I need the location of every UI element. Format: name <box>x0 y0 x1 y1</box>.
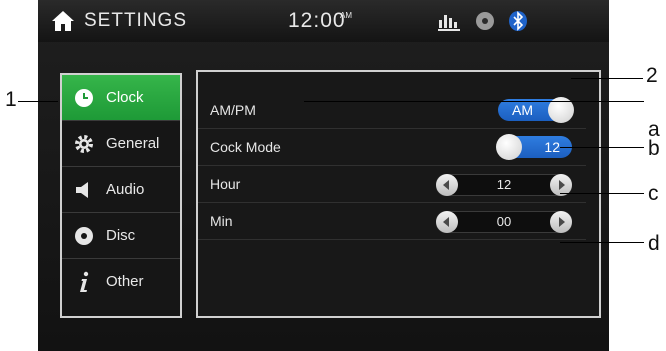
menu-item-label: Audio <box>106 181 145 198</box>
callout-c-line <box>560 193 644 194</box>
info-icon <box>72 270 96 294</box>
home-icon[interactable] <box>51 9 75 33</box>
menu-item-label: Other <box>106 273 144 290</box>
clock-mode-value: 12 <box>544 139 560 155</box>
min-increase-button[interactable] <box>550 211 572 233</box>
menu-item-general[interactable]: General <box>62 121 180 167</box>
menu-item-other[interactable]: Other <box>62 259 180 304</box>
callout-2: 2 <box>646 64 658 87</box>
ampm-value: AM <box>512 102 533 118</box>
menu-item-label: Disc <box>106 227 136 244</box>
min-decrease-button[interactable] <box>436 211 458 233</box>
clock-mode-row: Cock Mode 12 <box>198 129 586 166</box>
ampm-row: AM/PM AM <box>198 92 586 129</box>
ampm-label: AM/PM <box>210 102 256 118</box>
settings-menu: Clock General Audio Disc Other <box>60 73 182 318</box>
top-bar: SETTINGS 12:00 AM <box>38 0 609 42</box>
callout-d-line <box>560 242 644 243</box>
callout-c: c <box>648 182 659 205</box>
callout-b: b <box>648 137 660 160</box>
hour-decrease-button[interactable] <box>436 174 458 196</box>
clock-time: 12:00 <box>288 9 346 32</box>
menu-item-audio[interactable]: Audio <box>62 167 180 213</box>
page-title: SETTINGS <box>84 10 188 31</box>
clock-mode-label: Cock Mode <box>210 139 281 155</box>
callout-1-line <box>18 101 58 102</box>
min-value: 00 <box>496 214 512 229</box>
callout-b-line <box>560 147 644 148</box>
clock-settings-panel: AM/PM AM Cock Mode 12 Hour 12 Min 00 <box>196 70 601 318</box>
disc-icon <box>72 224 96 248</box>
hour-row: Hour 12 <box>198 166 586 203</box>
speaker-icon <box>72 178 96 202</box>
bluetooth-icon[interactable] <box>508 10 528 32</box>
callout-a-line <box>304 101 644 102</box>
hour-stepper[interactable]: 12 <box>436 174 572 196</box>
gear-icon <box>72 132 96 156</box>
equalizer-icon[interactable] <box>438 12 460 32</box>
disc-icon[interactable] <box>475 11 495 31</box>
callout-2-line <box>571 78 643 79</box>
min-stepper[interactable]: 00 <box>436 211 572 233</box>
clock-ampm: AM <box>340 11 352 20</box>
hour-label: Hour <box>210 176 241 192</box>
min-row: Min 00 <box>198 203 586 240</box>
hour-value: 12 <box>496 177 512 192</box>
callout-1: 1 <box>5 88 17 111</box>
clock-icon <box>72 86 96 110</box>
menu-item-label: General <box>106 135 160 152</box>
ampm-toggle[interactable]: AM <box>498 97 574 123</box>
menu-item-clock[interactable]: Clock <box>62 75 180 121</box>
min-label: Min <box>210 213 233 229</box>
toggle-knob <box>496 134 522 160</box>
callout-d: d <box>648 232 660 255</box>
device-screen: SETTINGS 12:00 AM Clock General Audio Di… <box>38 0 609 351</box>
menu-item-label: Clock <box>106 89 144 106</box>
menu-item-disc[interactable]: Disc <box>62 213 180 259</box>
